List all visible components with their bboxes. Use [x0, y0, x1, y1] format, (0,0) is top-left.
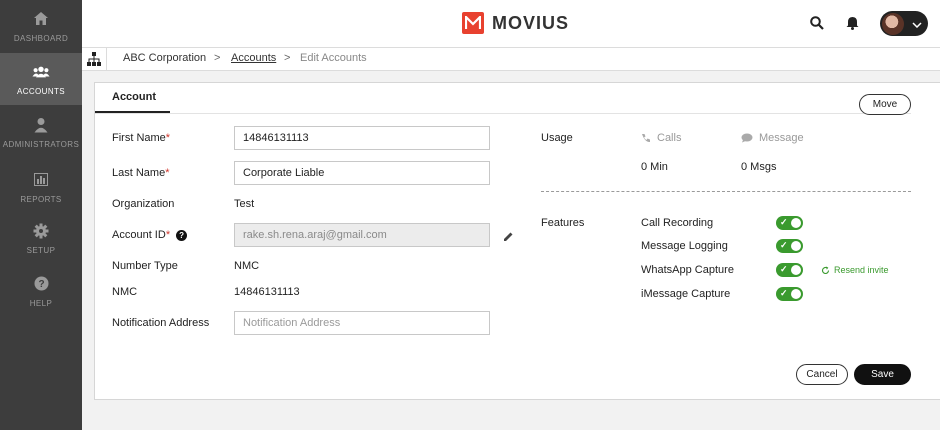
account-id-label: Account ID*?	[112, 229, 188, 241]
call-recording-toggle[interactable]: ✓	[776, 216, 803, 230]
check-icon: ✓	[780, 217, 788, 227]
refresh-icon	[821, 266, 830, 275]
number-type-value: NMC	[234, 260, 260, 272]
help-icon[interactable]: ?	[176, 229, 188, 241]
section-divider	[541, 191, 911, 192]
bell-icon[interactable]	[844, 15, 860, 31]
nmc-label: NMC	[112, 286, 138, 298]
edit-pencil-icon[interactable]	[503, 229, 515, 241]
feature-name: Message Logging	[641, 240, 728, 252]
save-button[interactable]: Save	[854, 364, 911, 385]
organization-value: Test	[234, 198, 255, 210]
sidebar-item-help[interactable]: ? HELP	[0, 265, 82, 317]
sidebar-item-setup[interactable]: SETUP	[0, 212, 82, 264]
search-icon[interactable]	[809, 15, 825, 31]
breadcrumb-separator: >	[284, 52, 291, 64]
toggle-knob	[791, 241, 801, 251]
calls-header-text: Calls	[657, 132, 682, 144]
required-marker: *	[165, 132, 171, 144]
brand-name: MOVIUS	[492, 12, 570, 33]
sidebar-item-label: SETUP	[26, 245, 56, 255]
first-name-field[interactable]	[234, 126, 490, 150]
toggle-knob	[791, 265, 801, 275]
gear-icon	[32, 222, 50, 240]
imessage-capture-toggle[interactable]: ✓	[776, 287, 803, 301]
feature-name: iMessage Capture	[641, 288, 731, 300]
sidebar-item-reports[interactable]: REPORTS	[0, 161, 82, 213]
sidebar: DASHBOARD ACCOUNTS ADMINISTRATORS REPORT…	[0, 0, 82, 430]
last-name-field[interactable]	[234, 161, 490, 185]
message-usage-value: 0 Msgs	[741, 161, 777, 173]
users-icon	[32, 63, 50, 81]
usage-label: Usage	[541, 132, 573, 144]
sidebar-item-label: HELP	[29, 298, 53, 308]
resend-invite-text: Resend invite	[834, 265, 889, 275]
sidebar-item-dashboard[interactable]: DASHBOARD	[0, 0, 82, 52]
sidebar-item-label: ADMINISTRATORS	[2, 139, 80, 149]
home-icon	[32, 10, 50, 28]
avatar	[882, 12, 904, 35]
sidebar-item-label: DASHBOARD	[13, 33, 69, 43]
breadcrumb-current: Edit Accounts	[300, 52, 367, 64]
tab-underline	[95, 113, 911, 114]
user-menu[interactable]	[880, 11, 928, 36]
message-header: Message	[741, 132, 804, 144]
account-id-label-text: Account ID	[112, 229, 166, 241]
chart-icon	[32, 171, 50, 189]
required-marker: *	[165, 167, 170, 179]
sidebar-item-accounts[interactable]: ACCOUNTS	[0, 53, 82, 105]
feature-name: Call Recording	[641, 217, 714, 229]
account-id-field	[234, 223, 490, 247]
toggle-knob	[791, 289, 801, 299]
number-type-label: Number Type	[112, 260, 178, 272]
account-card: Account Move First Name* Last Name* Orga…	[94, 82, 940, 400]
organization-label: Organization	[112, 198, 175, 210]
phone-icon	[641, 133, 651, 143]
breadcrumb-org[interactable]: ABC Corporation	[123, 52, 206, 64]
required-marker: *	[165, 229, 171, 241]
breadcrumb: ABC Corporation > Accounts > Edit Accoun…	[82, 47, 940, 71]
nmc-value: 14846131113	[234, 286, 300, 298]
move-button[interactable]: Move	[859, 94, 911, 115]
toggle-knob	[791, 218, 801, 228]
chevron-down-icon	[912, 15, 922, 33]
svg-text:?: ?	[38, 279, 44, 290]
message-header-text: Message	[759, 132, 804, 144]
cancel-button[interactable]: Cancel	[796, 364, 848, 385]
tab-label: Account	[112, 91, 156, 103]
check-icon: ✓	[780, 240, 788, 250]
message-logging-toggle[interactable]: ✓	[776, 239, 803, 253]
tab-account[interactable]: Account	[95, 83, 170, 113]
last-name-label: Last Name*	[112, 167, 169, 179]
last-name-label-text: Last Name	[112, 167, 166, 179]
admin-icon	[32, 116, 50, 134]
calls-usage-value: 0 Min	[641, 161, 668, 173]
movius-logo-icon	[462, 12, 484, 34]
top-header: MOVIUS	[82, 0, 940, 47]
features-label: Features	[541, 217, 585, 229]
breadcrumb-divider	[106, 48, 107, 70]
notification-address-label: Notification Address	[112, 317, 210, 329]
sidebar-item-administrators[interactable]: ADMINISTRATORS	[0, 106, 82, 158]
sidebar-item-label: ACCOUNTS	[16, 86, 66, 96]
resend-invite-link[interactable]: Resend invite	[821, 265, 889, 275]
org-tree-icon[interactable]	[86, 51, 102, 67]
breadcrumb-separator: >	[214, 52, 221, 64]
check-icon: ✓	[780, 264, 788, 274]
chat-bubble-icon	[741, 133, 753, 143]
sidebar-item-label: REPORTS	[20, 194, 62, 204]
calls-header: Calls	[641, 132, 681, 144]
notification-address-field[interactable]	[234, 311, 490, 335]
first-name-label: First Name*	[112, 132, 170, 144]
feature-name: WhatsApp Capture	[641, 264, 734, 276]
question-icon: ?	[32, 275, 50, 293]
brand-logo: MOVIUS	[462, 12, 569, 34]
first-name-label-text: First Name	[112, 132, 166, 144]
check-icon: ✓	[780, 288, 788, 298]
breadcrumb-accounts[interactable]: Accounts	[231, 52, 276, 64]
whatsapp-capture-toggle[interactable]: ✓	[776, 263, 803, 277]
